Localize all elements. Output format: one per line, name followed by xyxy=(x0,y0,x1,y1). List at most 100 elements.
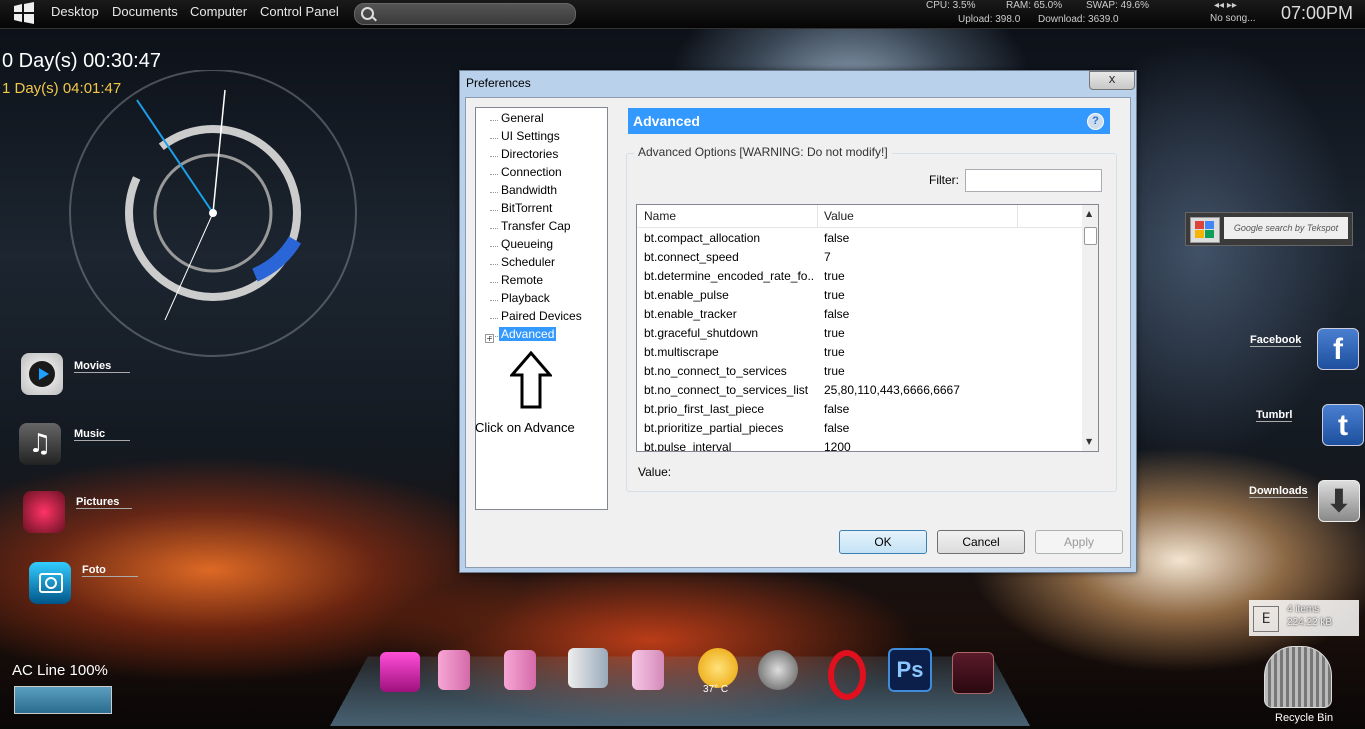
panel-header: Advanced ? xyxy=(628,108,1110,134)
downloads-label[interactable]: Downloads xyxy=(1249,485,1308,498)
option-name: bt.prio_first_last_piece xyxy=(644,402,765,416)
google-icon xyxy=(1190,217,1220,243)
weather-icon[interactable] xyxy=(698,648,738,688)
option-name: bt.enable_tracker xyxy=(644,307,737,321)
ok-button[interactable]: OK xyxy=(839,530,927,554)
music-launcher-icon[interactable]: ♫ xyxy=(19,423,61,465)
column-header-value[interactable]: Value xyxy=(824,209,854,223)
recycle-size: 224.22 kB xyxy=(1287,617,1333,628)
tree-item-playback[interactable]: Playback xyxy=(501,291,550,305)
close-icon: x xyxy=(1108,72,1116,86)
tree-item-queueing[interactable]: Queueing xyxy=(501,237,553,251)
search-input[interactable] xyxy=(354,3,576,25)
facebook-icon[interactable]: f xyxy=(1317,328,1359,370)
option-name: bt.graceful_shutdown xyxy=(644,326,759,340)
list-scrollbar[interactable]: ▲ ▼ xyxy=(1082,205,1098,451)
option-value: false xyxy=(824,402,850,416)
tumblr-label[interactable]: Tumbrl xyxy=(1256,409,1293,422)
scroll-up-icon[interactable]: ▲ xyxy=(1086,209,1092,218)
tree-item-bittorrent[interactable]: BitTorrent xyxy=(501,201,552,215)
table-row[interactable]: bt.connect_speed 7 xyxy=(637,248,1082,267)
option-name: bt.pulse_interval xyxy=(644,440,732,452)
pictures-label[interactable]: Pictures xyxy=(76,496,132,509)
option-name: bt.prioritize_partial_pieces xyxy=(644,421,784,435)
dock-atom-icon[interactable] xyxy=(758,650,798,690)
battery-level-bar xyxy=(14,686,112,714)
table-row[interactable]: bt.prioritize_partial_pieces false xyxy=(637,419,1082,438)
column-header-name[interactable]: Name xyxy=(644,209,676,223)
table-row[interactable]: bt.no_connect_to_services true xyxy=(637,362,1082,381)
tree-item-general[interactable]: General xyxy=(501,111,544,125)
ac-line-text: AC Line 100% xyxy=(12,662,108,679)
opera-icon[interactable] xyxy=(824,650,866,700)
foto-label[interactable]: Foto xyxy=(82,564,138,577)
apply-button[interactable]: Apply xyxy=(1035,530,1123,554)
windows-logo-icon[interactable] xyxy=(12,2,36,24)
recycle-bin-label[interactable]: Recycle Bin xyxy=(1275,712,1333,724)
help-icon[interactable]: ? xyxy=(1087,113,1104,130)
filter-input[interactable] xyxy=(965,169,1102,192)
topbar-link-control-panel[interactable]: Control Panel xyxy=(260,4,339,19)
ram-meter: RAM: 65.0% xyxy=(1006,0,1063,11)
analog-clock-widget xyxy=(69,70,357,357)
table-row[interactable]: bt.enable_tracker false xyxy=(637,305,1082,324)
tree-item-scheduler[interactable]: Scheduler xyxy=(501,255,555,269)
table-row[interactable]: bt.compact_allocation false xyxy=(637,229,1082,248)
table-row[interactable]: bt.prio_first_last_piece false xyxy=(637,400,1082,419)
table-row[interactable]: bt.enable_pulse true xyxy=(637,286,1082,305)
scroll-down-icon[interactable]: ▼ xyxy=(1086,437,1092,446)
recycle-bin-icon[interactable] xyxy=(1264,646,1332,708)
options-list[interactable]: Name Value bt.compact_allocation false bt.… xyxy=(636,204,1099,452)
table-row[interactable]: bt.multiscrape true xyxy=(637,343,1082,362)
movies-label[interactable]: Movies xyxy=(74,360,130,373)
table-row[interactable]: bt.graceful_shutdown true xyxy=(637,324,1082,343)
option-name: bt.compact_allocation xyxy=(644,231,761,245)
tumblr-icon[interactable]: t xyxy=(1322,404,1364,446)
up-arrow-annotation-icon xyxy=(510,351,552,409)
download-arrow-icon[interactable]: ⬇ xyxy=(1318,480,1360,522)
option-value: false xyxy=(824,231,850,245)
tree-item-directories[interactable]: Directories xyxy=(501,147,558,161)
google-search-widget[interactable]: Google search by Tekspot xyxy=(1185,212,1353,246)
table-row[interactable]: bt.no_connect_to_services_list 25,80,110,… xyxy=(637,381,1082,400)
facebook-label[interactable]: Facebook xyxy=(1250,334,1302,347)
tree-item-advanced[interactable]: Advanced xyxy=(499,327,557,341)
tree-item-remote[interactable]: Remote xyxy=(501,273,543,287)
dock-folder-icon-1[interactable] xyxy=(438,650,470,690)
topbar-clock: 07:00PM xyxy=(1281,3,1354,23)
media-controls-icon[interactable]: ◂◂ ▸▸ xyxy=(1214,0,1237,11)
download-meter: Download: 3639.0 xyxy=(1038,14,1119,25)
table-row[interactable]: bt.determine_encoded_rate_fo... true xyxy=(637,267,1082,286)
cancel-button[interactable]: Cancel xyxy=(937,530,1025,554)
google-search-field[interactable]: Google search by Tekspot xyxy=(1224,217,1348,239)
tree-item-ui-settings[interactable]: UI Settings xyxy=(501,129,560,143)
option-value: 7 xyxy=(824,250,831,264)
tree-item-transfer-cap[interactable]: Transfer Cap xyxy=(501,219,571,233)
tree-item-bandwidth[interactable]: Bandwidth xyxy=(501,183,557,197)
dock-app-icon-pink[interactable] xyxy=(380,652,420,692)
topbar-link-computer[interactable]: Computer xyxy=(190,4,247,19)
topbar-link-documents[interactable]: Documents xyxy=(112,4,178,19)
option-value: true xyxy=(824,288,845,302)
now-playing: No song... xyxy=(1210,13,1256,24)
annotation-note: Click on Advance xyxy=(475,420,575,435)
option-value: false xyxy=(824,307,850,321)
dock-app-icon-red[interactable] xyxy=(952,652,994,694)
dock-folder-icon-2[interactable] xyxy=(504,650,536,690)
dock-folder-icon-3[interactable] xyxy=(632,650,664,690)
scroll-thumb[interactable] xyxy=(1084,227,1097,245)
recycle-items-count: 4 items xyxy=(1287,604,1320,615)
tree-item-connection[interactable]: Connection xyxy=(501,165,562,179)
camera-launcher-icon[interactable] xyxy=(29,562,71,604)
topbar-link-desktop[interactable]: Desktop xyxy=(51,4,99,19)
close-button[interactable]: x xyxy=(1089,71,1135,90)
photoshop-icon[interactable]: Ps xyxy=(888,648,932,692)
pictures-launcher-icon[interactable] xyxy=(23,491,65,533)
dock-media-player-icon[interactable] xyxy=(568,648,608,688)
table-row[interactable]: bt.pulse_interval 1200 xyxy=(637,438,1082,452)
preferences-dialog: Preferences x + General UI Settings Direct… xyxy=(459,70,1137,573)
tree-item-paired-devices[interactable]: Paired Devices xyxy=(501,309,582,323)
top-bar: Desktop Documents Computer Control Panel… xyxy=(0,0,1365,29)
music-label[interactable]: Music xyxy=(74,428,130,441)
movies-launcher-icon[interactable] xyxy=(21,353,63,395)
